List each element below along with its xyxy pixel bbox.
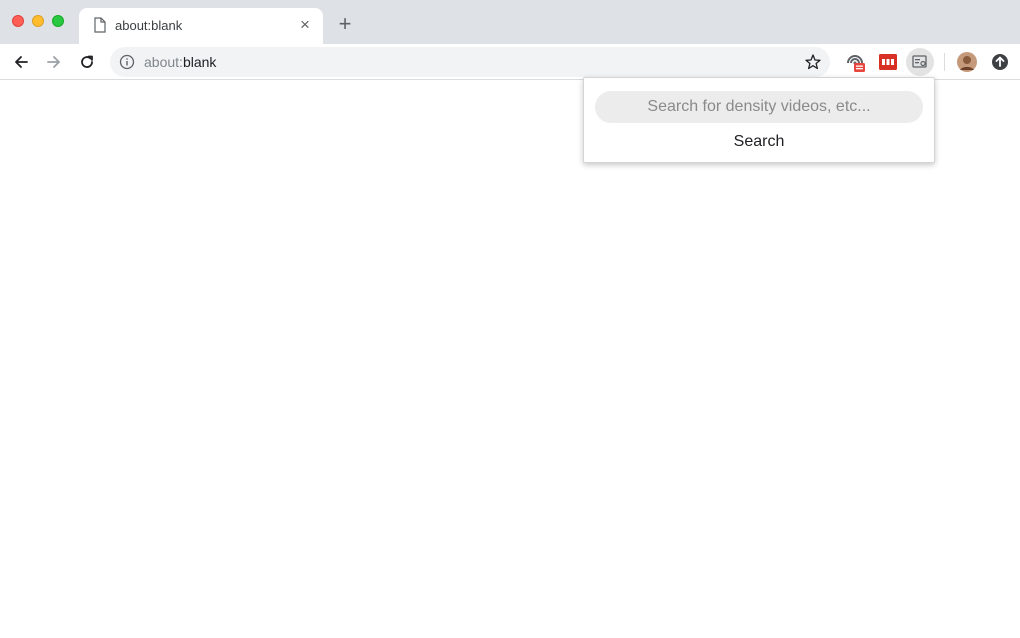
tab-title: about:blank: [115, 18, 183, 33]
update-icon[interactable]: [989, 51, 1011, 73]
window-close-button[interactable]: [12, 15, 24, 27]
red-extension-icon[interactable]: [877, 51, 899, 73]
avatar-graphic: [957, 52, 977, 72]
extension-popup: Search: [583, 77, 935, 163]
toolbar: about:blank: [0, 44, 1020, 80]
tab-strip: about:blank × +: [0, 0, 1020, 44]
video-search-extension-icon[interactable]: [906, 48, 934, 76]
forward-arrow-icon: [47, 56, 60, 68]
reload-icon: [81, 55, 93, 68]
info-icon[interactable]: [119, 54, 135, 70]
search-button[interactable]: Search: [684, 130, 834, 154]
url-text[interactable]: about:blank: [144, 54, 216, 70]
red-extension-graphic: [879, 54, 897, 70]
url-path: blank: [182, 54, 217, 70]
density-extension-icon[interactable]: [844, 51, 866, 73]
avatar[interactable]: [956, 51, 978, 73]
update-graphic: [992, 54, 1008, 70]
toolbar-divider: [944, 53, 945, 71]
search-input[interactable]: [595, 91, 923, 123]
back-button[interactable]: [8, 49, 34, 75]
video-search-extension-graphic: [912, 55, 927, 68]
tab-active[interactable]: about:blank ×: [79, 8, 323, 44]
url-scheme: about:: [144, 54, 183, 70]
address-bar[interactable]: about:blank: [110, 47, 830, 77]
window-minimize-button[interactable]: [32, 15, 44, 27]
new-tab-button[interactable]: +: [333, 13, 357, 37]
tab-close-icon[interactable]: ×: [295, 15, 315, 35]
window-zoom-button[interactable]: [52, 15, 64, 27]
reload-button[interactable]: [74, 49, 100, 75]
forward-button[interactable]: [41, 49, 67, 75]
back-arrow-icon: [15, 56, 28, 68]
density-extension-graphic: [847, 55, 865, 72]
page-icon: [94, 17, 106, 33]
star-icon[interactable]: [804, 53, 822, 71]
